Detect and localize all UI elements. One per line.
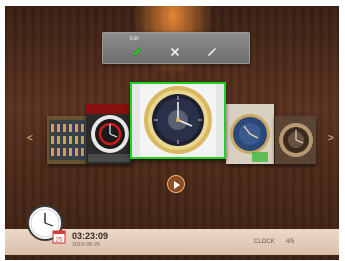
play-slideshow-button[interactable] bbox=[167, 175, 185, 193]
analog-clock-icon: 25 bbox=[27, 203, 67, 245]
current-time: 03:23:09 bbox=[72, 231, 109, 241]
edit-icon[interactable] bbox=[131, 45, 143, 57]
tool-icon[interactable] bbox=[206, 45, 218, 57]
play-icon bbox=[174, 180, 180, 189]
delete-icon[interactable] bbox=[169, 45, 181, 57]
page-counter: 4/5 bbox=[286, 239, 295, 245]
previous-arrow[interactable]: < bbox=[27, 133, 33, 144]
edit-toolbar: Edit bbox=[102, 32, 250, 64]
svg-text:25: 25 bbox=[56, 238, 63, 244]
clock-photo-2[interactable] bbox=[86, 104, 132, 164]
clock-photo-1[interactable] bbox=[47, 116, 87, 164]
clock-photo-5[interactable] bbox=[275, 116, 316, 164]
current-date: 2018-08-25 bbox=[72, 242, 101, 248]
clock-photo-3-selected[interactable] bbox=[130, 82, 226, 159]
next-arrow[interactable]: > bbox=[328, 133, 334, 144]
mode-label: CLOCK bbox=[254, 239, 275, 245]
toolbar-label: Edit bbox=[130, 36, 139, 42]
clock-photo-4[interactable] bbox=[226, 104, 274, 164]
